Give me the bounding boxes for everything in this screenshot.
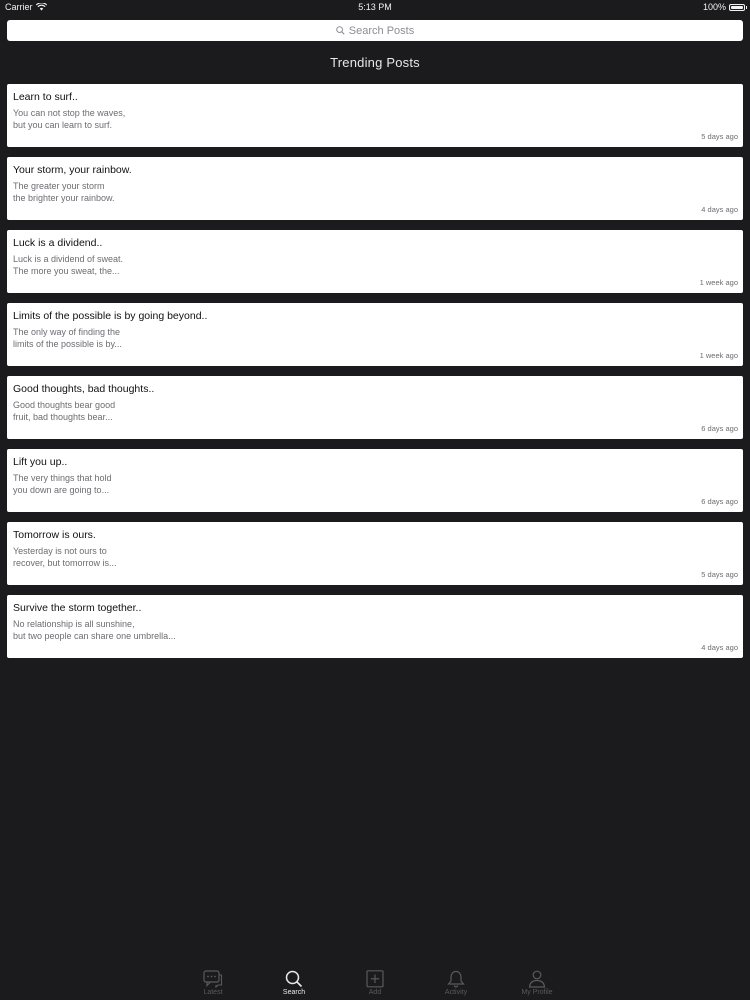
tab-add[interactable]: Add — [347, 966, 403, 1000]
tab-label: Add — [368, 989, 382, 996]
post-card[interactable]: Tomorrow is ours. Yesterday is not ours … — [7, 522, 743, 585]
person-icon — [527, 970, 547, 988]
post-excerpt: Yesterday is not ours to recover, but to… — [13, 546, 117, 568]
post-timestamp: 5 days ago — [701, 132, 738, 141]
post-excerpt: The very things that hold you down are g… — [13, 473, 112, 495]
post-card[interactable]: Luck is a dividend.. Luck is a dividend … — [7, 230, 743, 293]
search-icon — [336, 26, 345, 35]
app-screen: Carrier 5:13 PM 100% Search Posts Trendi… — [0, 0, 750, 1000]
post-title: Tomorrow is ours. — [13, 529, 96, 541]
post-timestamp: 1 week ago — [699, 278, 738, 287]
post-timestamp: 1 week ago — [699, 351, 738, 360]
post-excerpt: No relationship is all sunshine, but two… — [13, 619, 176, 641]
tab-bar: Latest Search Add Activity My Profile — [0, 966, 750, 1000]
section-title: Trending Posts — [330, 55, 420, 70]
tab-search[interactable]: Search — [266, 966, 322, 1000]
status-right: 100% — [702, 2, 747, 12]
post-excerpt: Luck is a dividend of sweat. The more yo… — [13, 254, 124, 276]
tab-label: Search — [282, 989, 306, 996]
post-timestamp: 5 days ago — [701, 570, 738, 579]
post-title: Limits of the possible is by going beyon… — [13, 310, 208, 322]
post-timestamp: 6 days ago — [701, 497, 738, 506]
status-time: 5:13 PM — [358, 2, 392, 12]
post-timestamp: 4 days ago — [701, 205, 738, 214]
tab-label: Latest — [203, 989, 223, 996]
tab-my-profile[interactable]: My Profile — [509, 966, 565, 1000]
post-card[interactable]: Lift you up.. The very things that hold … — [7, 449, 743, 512]
post-title: Survive the storm together.. — [13, 602, 142, 614]
plus-square-icon — [365, 970, 385, 988]
post-title: Learn to surf.. — [13, 91, 78, 103]
chat-bubbles-icon — [203, 970, 223, 988]
tab-label: Activity — [444, 989, 468, 996]
post-card[interactable]: Survive the storm together.. No relation… — [7, 595, 743, 658]
search-input[interactable]: Search Posts — [7, 20, 743, 41]
post-card[interactable]: Learn to surf.. You can not stop the wav… — [7, 84, 743, 147]
tab-activity[interactable]: Activity — [428, 966, 484, 1000]
post-title: Good thoughts, bad thoughts.. — [13, 383, 155, 395]
post-timestamp: 4 days ago — [701, 643, 738, 652]
battery-icon — [729, 3, 747, 11]
search-placeholder: Search Posts — [348, 24, 415, 37]
post-card[interactable]: Your storm, your rainbow. The greater yo… — [7, 157, 743, 220]
post-card[interactable]: Limits of the possible is by going beyon… — [7, 303, 743, 366]
post-excerpt: The greater your storm the brighter your… — [13, 181, 115, 203]
post-card[interactable]: Good thoughts, bad thoughts.. Good thoug… — [7, 376, 743, 439]
post-title: Luck is a dividend.. — [13, 237, 103, 249]
post-title: Lift you up.. — [13, 456, 68, 468]
post-excerpt: The only way of finding the limits of th… — [13, 327, 122, 349]
post-excerpt: You can not stop the waves, but you can … — [13, 108, 126, 130]
post-list: Learn to surf.. You can not stop the wav… — [7, 84, 743, 668]
tab-latest[interactable]: Latest — [185, 966, 241, 1000]
bell-icon — [446, 970, 466, 988]
battery-percent: 100% — [702, 2, 726, 12]
tab-label: My Profile — [521, 989, 553, 996]
post-title: Your storm, your rainbow. — [13, 164, 132, 176]
post-timestamp: 6 days ago — [701, 424, 738, 433]
post-excerpt: Good thoughts bear good fruit, bad thoug… — [13, 400, 116, 422]
status-bar: Carrier 5:13 PM 100% — [0, 0, 750, 16]
search-icon — [284, 970, 304, 988]
